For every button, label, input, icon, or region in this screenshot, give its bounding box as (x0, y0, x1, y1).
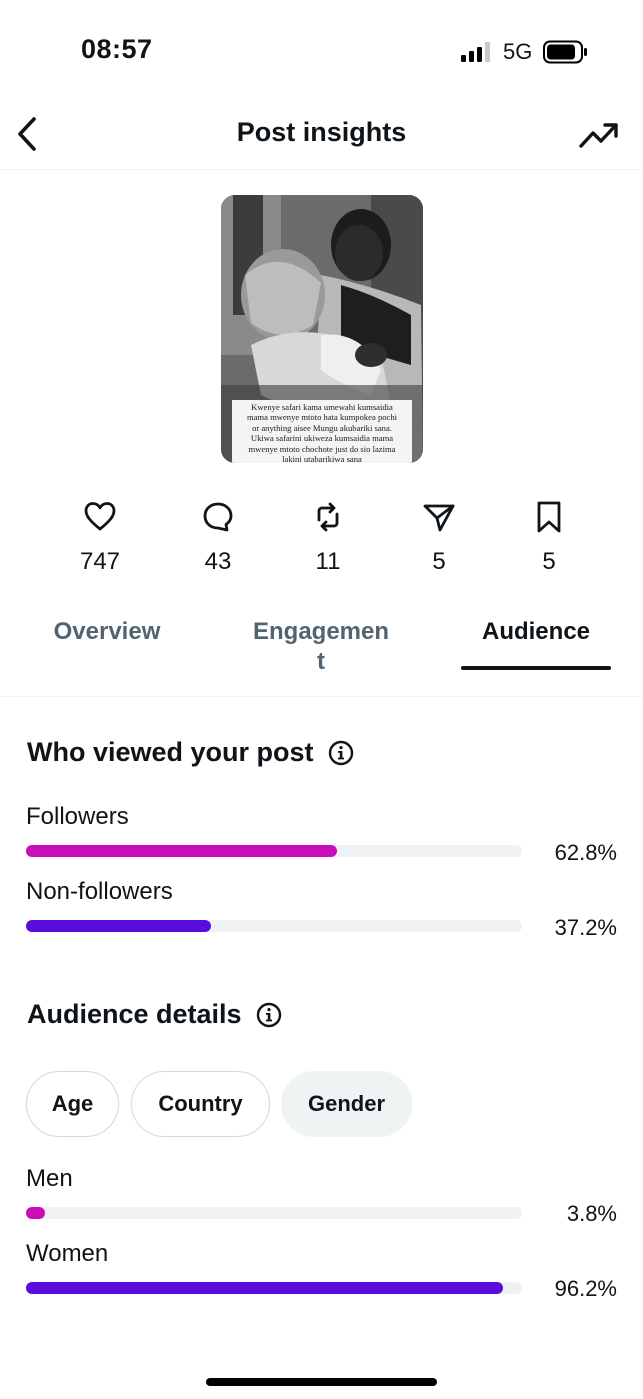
header: Post insights (0, 100, 643, 170)
shares-count: 5 (432, 548, 446, 575)
followers-bar (26, 845, 522, 857)
men-bar-fill (26, 1207, 45, 1219)
non-followers-percent: 37.2% (554, 915, 617, 940)
women-bar (26, 1282, 522, 1294)
who-viewed-title: Who viewed your post (27, 737, 314, 767)
heart-icon (84, 502, 116, 531)
home-indicator (206, 1378, 437, 1386)
caption-line: mama mwenye mtoto hata kumpokea pochi (246, 412, 398, 423)
metric-bookmarks: 5 (504, 500, 594, 576)
followers-label: Followers (26, 803, 129, 830)
share-icon (423, 504, 455, 532)
metric-likes: 747 (55, 500, 145, 576)
men-percent: 3.8% (566, 1201, 617, 1226)
caption-line: or anything aisee Mungu akubariki sana. (252, 422, 392, 433)
metric-shares: 5 (394, 500, 484, 576)
chip-gender[interactable]: Gender (281, 1071, 412, 1137)
audience-details-title: Audience details (27, 999, 242, 1029)
men-label: Men (26, 1165, 73, 1192)
post-caption: Kwenye safari kama umewahi kumsaidia mam… (232, 400, 412, 463)
reply-icon (203, 502, 233, 532)
reposts-count: 11 (315, 548, 341, 575)
likes-count: 747 (79, 548, 121, 575)
metric-replies: 43 (173, 500, 263, 576)
women-percent: 96.2% (554, 1276, 617, 1301)
cellular-signal-icon (461, 42, 490, 62)
insights-tabs: Overview Engagemen t Audience (0, 605, 643, 697)
caption-line: Ukiwa safarini ukiweza kumsaidia mama (250, 433, 394, 444)
page-title: Post insights (236, 117, 407, 147)
bookmark-icon (537, 501, 561, 533)
caption-line: Kwenye safari kama umewahi kumsaidia (251, 402, 393, 412)
info-icon[interactable] (256, 1002, 282, 1028)
tab-audience[interactable]: Audience (461, 617, 611, 647)
trending-up-icon[interactable] (578, 116, 620, 154)
chip-country[interactable]: Country (131, 1071, 270, 1137)
caption-line: mwenye mtoto chochote just do sio lazima (248, 443, 396, 454)
followers-percent: 62.8% (554, 840, 617, 865)
non-followers-bar-fill (26, 920, 211, 932)
battery-icon (543, 40, 587, 64)
status-bar: 08:57 5G (0, 0, 643, 100)
tab-overview[interactable]: Overview (37, 617, 177, 647)
chip-age[interactable]: Age (26, 1071, 119, 1137)
repost-icon (317, 502, 339, 532)
replies-count: 43 (204, 548, 232, 575)
non-followers-bar (26, 920, 522, 932)
caption-line: lakini utabarikiwa sana (282, 454, 362, 463)
info-icon[interactable] (328, 740, 354, 766)
women-bar-fill (26, 1282, 504, 1294)
engagement-metrics: 747 43 11 5 5 (0, 500, 643, 590)
tab-engagement[interactable]: Engagemen t (241, 617, 401, 677)
metric-reposts: 11 (283, 500, 373, 576)
bookmarks-count: 5 (542, 548, 556, 575)
network-type: 5G (503, 39, 533, 64)
who-viewed-heading: Who viewed your post (27, 737, 354, 768)
men-bar (26, 1207, 522, 1219)
non-followers-label: Non-followers (26, 878, 173, 905)
active-tab-indicator (461, 666, 611, 670)
women-label: Women (26, 1240, 109, 1267)
followers-bar-fill (26, 845, 338, 857)
status-time: 08:57 (81, 34, 153, 64)
post-thumbnail[interactable]: Kwenye safari kama umewahi kumsaidia mam… (221, 195, 423, 463)
audience-details-heading: Audience details (27, 999, 282, 1030)
